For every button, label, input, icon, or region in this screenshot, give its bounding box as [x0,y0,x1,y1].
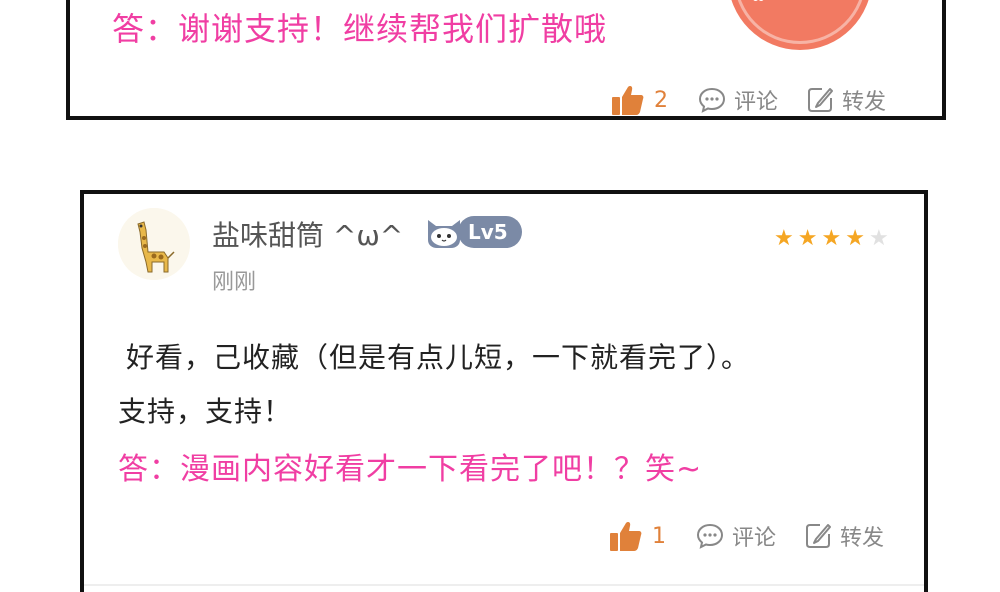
like-button[interactable]: 2 [612,85,698,115]
rating-stars: ★ ★ ★ ★ ★ [774,226,889,251]
giraffe-avatar [118,208,190,280]
like-count: 2 [654,87,668,113]
reply-text: 答：谢谢支持！继续帮我们扩散哦 [112,10,608,48]
star-icon: ★ [821,226,842,251]
level-label: Lv5 [458,216,522,248]
thumbs-up-icon [612,86,644,115]
share-label: 转发 [842,90,887,115]
like-button[interactable]: 1 [610,521,696,551]
thumbs-up-icon [610,522,642,551]
star-icon: ★ [797,226,818,251]
avatar[interactable] [118,208,190,280]
share-label: 转发 [840,526,885,551]
share-edit-icon [806,524,832,548]
share-edit-icon [808,88,834,112]
comment-line-1: 好看，己收藏（但是有点儿短，一下就看完了）。 [126,341,751,374]
comment-line-2: 支持，支持！ [118,395,293,428]
comment-bubble-icon [696,523,724,549]
comment-label: 评论 [732,526,777,551]
comment-time: 刚刚 [212,270,257,295]
comment-button[interactable]: 评论 [696,520,776,552]
comment-label: 评论 [734,90,779,115]
username[interactable]: 盐味甜筒 ^ω^ [212,214,403,254]
action-bar: 2 评论 转发 [612,84,886,116]
share-button[interactable]: 转发 [804,520,884,552]
action-bar: 1 评论 转发 [610,520,884,552]
flower-icon: ✿ [750,0,767,6]
comment-button[interactable]: 评论 [698,84,778,116]
star-empty-icon: ★ [868,226,889,251]
divider [84,584,924,586]
comment-bubble-icon [698,87,726,113]
star-icon: ★ [845,226,865,251]
like-count: 1 [652,523,666,549]
reply-text: 答：漫画内容好看才一下看完了吧！？笑~ [118,452,703,487]
star-icon: ★ [774,226,794,251]
level-badge: Lv5 [424,214,522,250]
share-button[interactable]: 转发 [806,84,886,116]
